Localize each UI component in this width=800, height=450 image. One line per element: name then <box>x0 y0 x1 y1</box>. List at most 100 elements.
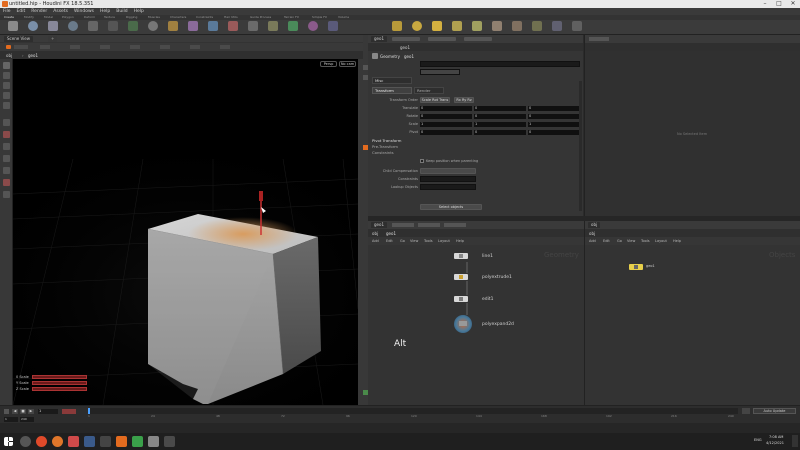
select-objects-button[interactable]: Select objects <box>420 204 482 210</box>
sky-light-icon[interactable] <box>552 21 562 31</box>
app-icon-light[interactable] <box>148 436 159 447</box>
move-tool-icon[interactable] <box>3 72 10 79</box>
snap-tool-icon[interactable] <box>3 167 10 174</box>
line-tool-icon[interactable] <box>128 21 138 31</box>
auto-update-button[interactable]: Auto Update <box>753 408 796 414</box>
current-frame-field[interactable]: 1 <box>38 409 58 414</box>
pose-tool-icon[interactable] <box>3 102 10 109</box>
circle-tool-icon[interactable] <box>148 21 158 31</box>
point-light-icon[interactable] <box>412 21 422 31</box>
tab-network-geo1[interactable]: geo1 <box>371 222 387 228</box>
network-editor-obj[interactable]: Objects geo1 <box>584 245 800 405</box>
obj-menu-add[interactable]: Add <box>589 239 596 243</box>
metaball-tool-icon[interactable] <box>308 21 318 31</box>
section-pivot-transform[interactable]: Pivot Transform <box>372 138 401 143</box>
render-region-icon[interactable] <box>3 131 10 138</box>
stop-button[interactable]: ■ <box>20 409 26 414</box>
start-menu-icon[interactable] <box>4 437 13 446</box>
tab-misc[interactable]: Misc <box>372 77 412 84</box>
rotate-tool-icon[interactable] <box>3 82 10 89</box>
app-icon-red[interactable] <box>68 436 79 447</box>
hud-x-slider[interactable] <box>32 375 87 379</box>
shelf-tab-hair-utils[interactable]: Hair Utils <box>224 15 238 19</box>
handle-tool-icon[interactable] <box>3 119 10 126</box>
tab-parameters[interactable]: geo1 <box>371 36 387 42</box>
grid-tool-icon[interactable] <box>88 21 98 31</box>
hud-z-slider[interactable] <box>32 387 87 391</box>
view-tool-icon[interactable] <box>3 143 10 150</box>
view-options-icon[interactable] <box>6 45 11 49</box>
shelf-tab-polygon[interactable]: Polygon <box>62 15 74 19</box>
obj-menu-help[interactable]: Help <box>673 239 681 243</box>
node-geo1[interactable] <box>629 264 643 270</box>
scale-tool-icon[interactable] <box>3 92 10 99</box>
view-menu-button[interactable]: No cam <box>339 61 356 67</box>
param-toolbar-a[interactable] <box>392 37 420 41</box>
network-editor-geo1[interactable]: Geometry line1 polyextrude1 edit1 polyex… <box>368 245 584 405</box>
tube-tool-icon[interactable] <box>48 21 58 31</box>
obj-menu-tools[interactable]: Tools <box>641 239 650 243</box>
chrome-icon[interactable] <box>36 436 47 447</box>
obj-menu-view[interactable]: View <box>627 239 635 243</box>
section-constraints[interactable]: Constraints <box>372 150 394 155</box>
app-icon-grey[interactable] <box>100 436 111 447</box>
play-forward-button[interactable]: ▶ <box>28 409 34 414</box>
path-tool-icon[interactable] <box>208 21 218 31</box>
tab-render[interactable]: Render <box>414 87 444 94</box>
obj-menu-layout[interactable]: Layout <box>655 239 667 243</box>
sphere-tool-icon[interactable] <box>28 21 38 31</box>
camera-dropdown-icon[interactable] <box>220 45 230 49</box>
shelf-tab-modify[interactable]: Modify <box>24 15 34 19</box>
file-tool-icon[interactable] <box>328 21 338 31</box>
curve-tool-icon[interactable] <box>168 21 178 31</box>
child-comp-dropdown[interactable] <box>420 168 476 174</box>
net-menu-view[interactable]: View <box>410 239 418 243</box>
pivot-y-field[interactable]: 0 <box>474 130 526 135</box>
geometry-light-icon[interactable] <box>472 21 482 31</box>
net-tab-d[interactable] <box>444 223 466 227</box>
net-menu-add[interactable]: Add <box>372 239 379 243</box>
shelf-tab-model[interactable]: Model <box>44 15 53 19</box>
net-path-root[interactable]: obj <box>372 231 378 236</box>
menu-assets[interactable]: Assets <box>53 9 68 14</box>
param-toolbar-c[interactable] <box>464 37 492 41</box>
camera-tool-icon[interactable] <box>392 21 402 31</box>
net-menu-layout[interactable]: Layout <box>438 239 450 243</box>
shelf-tab-deform[interactable]: Deform <box>84 15 95 19</box>
lsystem-tool-icon[interactable] <box>288 21 298 31</box>
tree-tab[interactable] <box>589 37 609 41</box>
scale-z-field[interactable]: 1 <box>528 122 580 127</box>
app-icon-blue[interactable] <box>84 436 95 447</box>
shelf-tab-guide-process[interactable]: Guide Process <box>250 15 271 19</box>
rotate-z-field[interactable]: 0 <box>528 114 580 119</box>
net-tab-b[interactable] <box>392 223 414 227</box>
display-toggle-icon[interactable] <box>3 191 10 198</box>
obj-menu-go[interactable]: Go <box>617 239 622 243</box>
timeline-options-icon[interactable] <box>742 408 750 414</box>
menu-render[interactable]: Render <box>31 9 47 14</box>
pivot-z-field[interactable]: 0 <box>528 130 580 135</box>
show-desktop-button[interactable] <box>792 435 798 447</box>
net-menu-go[interactable]: Go <box>400 239 405 243</box>
translate-y-field[interactable]: 0 <box>474 106 526 111</box>
rotate-order-dropdown[interactable]: Rx Ry Rz <box>454 97 474 103</box>
view-dropdown-icon[interactable] <box>14 45 28 49</box>
maximize-button[interactable]: □ <box>772 0 786 8</box>
keep-position-checkbox[interactable] <box>420 159 424 163</box>
tab-network-obj[interactable]: obj <box>588 222 601 228</box>
platonic-tool-icon[interactable] <box>268 21 278 31</box>
minimize-button[interactable]: – <box>758 0 772 8</box>
clock-time[interactable]: 7:08 AM <box>769 435 783 439</box>
end-frame-field[interactable]: 240 <box>20 417 34 422</box>
lookup-field[interactable] <box>420 184 476 190</box>
tab-extra[interactable]: + <box>48 36 58 42</box>
menu-build[interactable]: Build <box>116 9 127 14</box>
play-back-button[interactable]: ◀ <box>12 409 18 414</box>
app-icon-dark[interactable] <box>164 436 175 447</box>
draw-curve-tool-icon[interactable] <box>188 21 198 31</box>
rotate-x-field[interactable]: 0 <box>420 114 472 119</box>
language-indicator[interactable]: ENG <box>754 438 762 442</box>
menu-help-2[interactable]: Help <box>134 9 144 14</box>
flipbook-tool-icon[interactable] <box>3 155 10 162</box>
background-dropdown-icon[interactable] <box>130 45 140 49</box>
